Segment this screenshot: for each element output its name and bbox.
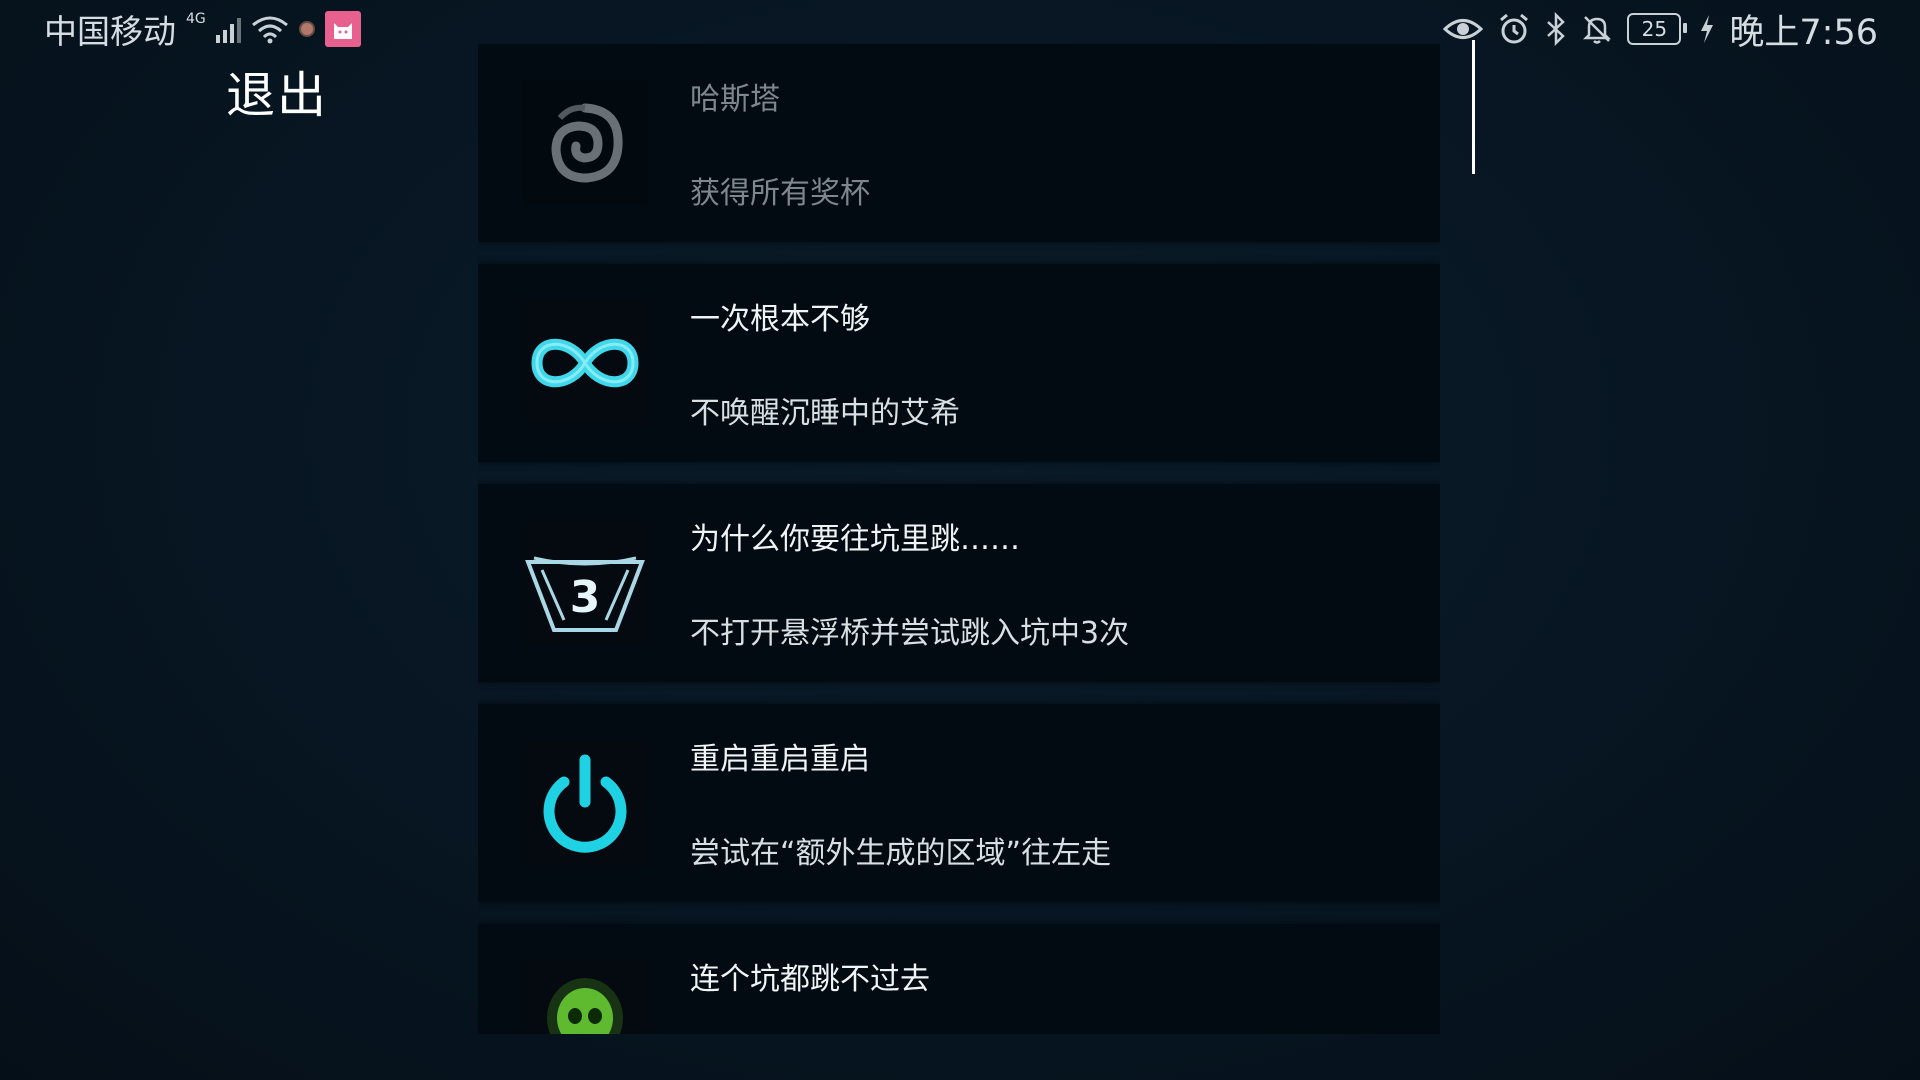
achievement-description: 不唤醒沉睡中的艾希: [690, 396, 960, 431]
achievement-item[interactable]: 3 为什么你要往坑里跳…… 不打开悬浮桥并尝试跳入坑中3次: [478, 484, 1440, 682]
cat-app-icon: [324, 11, 361, 47]
skull-icon: [522, 960, 648, 1034]
status-bar-left: 中国移动 4G: [44, 6, 361, 52]
achievement-title: 一次根本不够: [690, 302, 870, 337]
battery-icon: 25: [1627, 13, 1688, 45]
bluetooth-icon: [1545, 12, 1567, 46]
achievement-description: 尝试在“额外生成的区域”往左走: [690, 836, 1112, 871]
scrollbar[interactable]: [1472, 40, 1475, 174]
power-icon: [522, 740, 648, 866]
network-type: 4G: [186, 11, 206, 27]
achievement-item[interactable]: 哈斯塔 获得所有奖杯: [478, 44, 1440, 242]
achievement-item[interactable]: 一次根本不够 不唤醒沉睡中的艾希: [478, 264, 1440, 462]
exit-button[interactable]: 退出: [226, 56, 328, 127]
clock-time: 晚上7:56: [1729, 12, 1878, 53]
mute-bell-icon: [1581, 13, 1613, 45]
achievement-item[interactable]: 连个坑都跳不过去: [478, 924, 1440, 1034]
achievements-screen: 中国移动 4G 25 晚上7:56 退出 哈斯塔 获得所有奖杯 一次根本不够 不…: [0, 0, 1920, 1080]
battery-level: 25: [1641, 17, 1668, 41]
achievement-title: 重启重启重启: [690, 742, 870, 777]
achievement-title: 哈斯塔: [690, 82, 780, 117]
notification-dot-icon: [298, 21, 315, 37]
achievement-title: 连个坑都跳不过去: [690, 962, 930, 997]
achievement-list[interactable]: 哈斯塔 获得所有奖杯 一次根本不够 不唤醒沉睡中的艾希 3 为什么你要往坑里跳……: [478, 44, 1440, 1034]
spiral-icon: [522, 80, 648, 206]
signal-icon: [215, 15, 241, 43]
achievement-description: 获得所有奖杯: [690, 176, 870, 211]
achievement-title: 为什么你要往坑里跳……: [690, 522, 1020, 557]
eye-icon: [1443, 16, 1484, 42]
infinity-icon: [522, 300, 648, 426]
charging-icon: [1699, 14, 1715, 44]
achievement-description: 不打开悬浮桥并尝试跳入坑中3次: [690, 616, 1130, 651]
pit-three-number: 3: [570, 572, 601, 623]
carrier-name: 中国移动: [44, 12, 176, 51]
achievement-item[interactable]: 重启重启重启 尝试在“额外生成的区域”往左走: [478, 704, 1440, 902]
wifi-icon: [251, 14, 289, 44]
status-bar-right: 25 晚上7:56: [1443, 6, 1878, 53]
pit-three-icon: 3: [522, 520, 648, 646]
alarm-icon: [1497, 12, 1531, 46]
